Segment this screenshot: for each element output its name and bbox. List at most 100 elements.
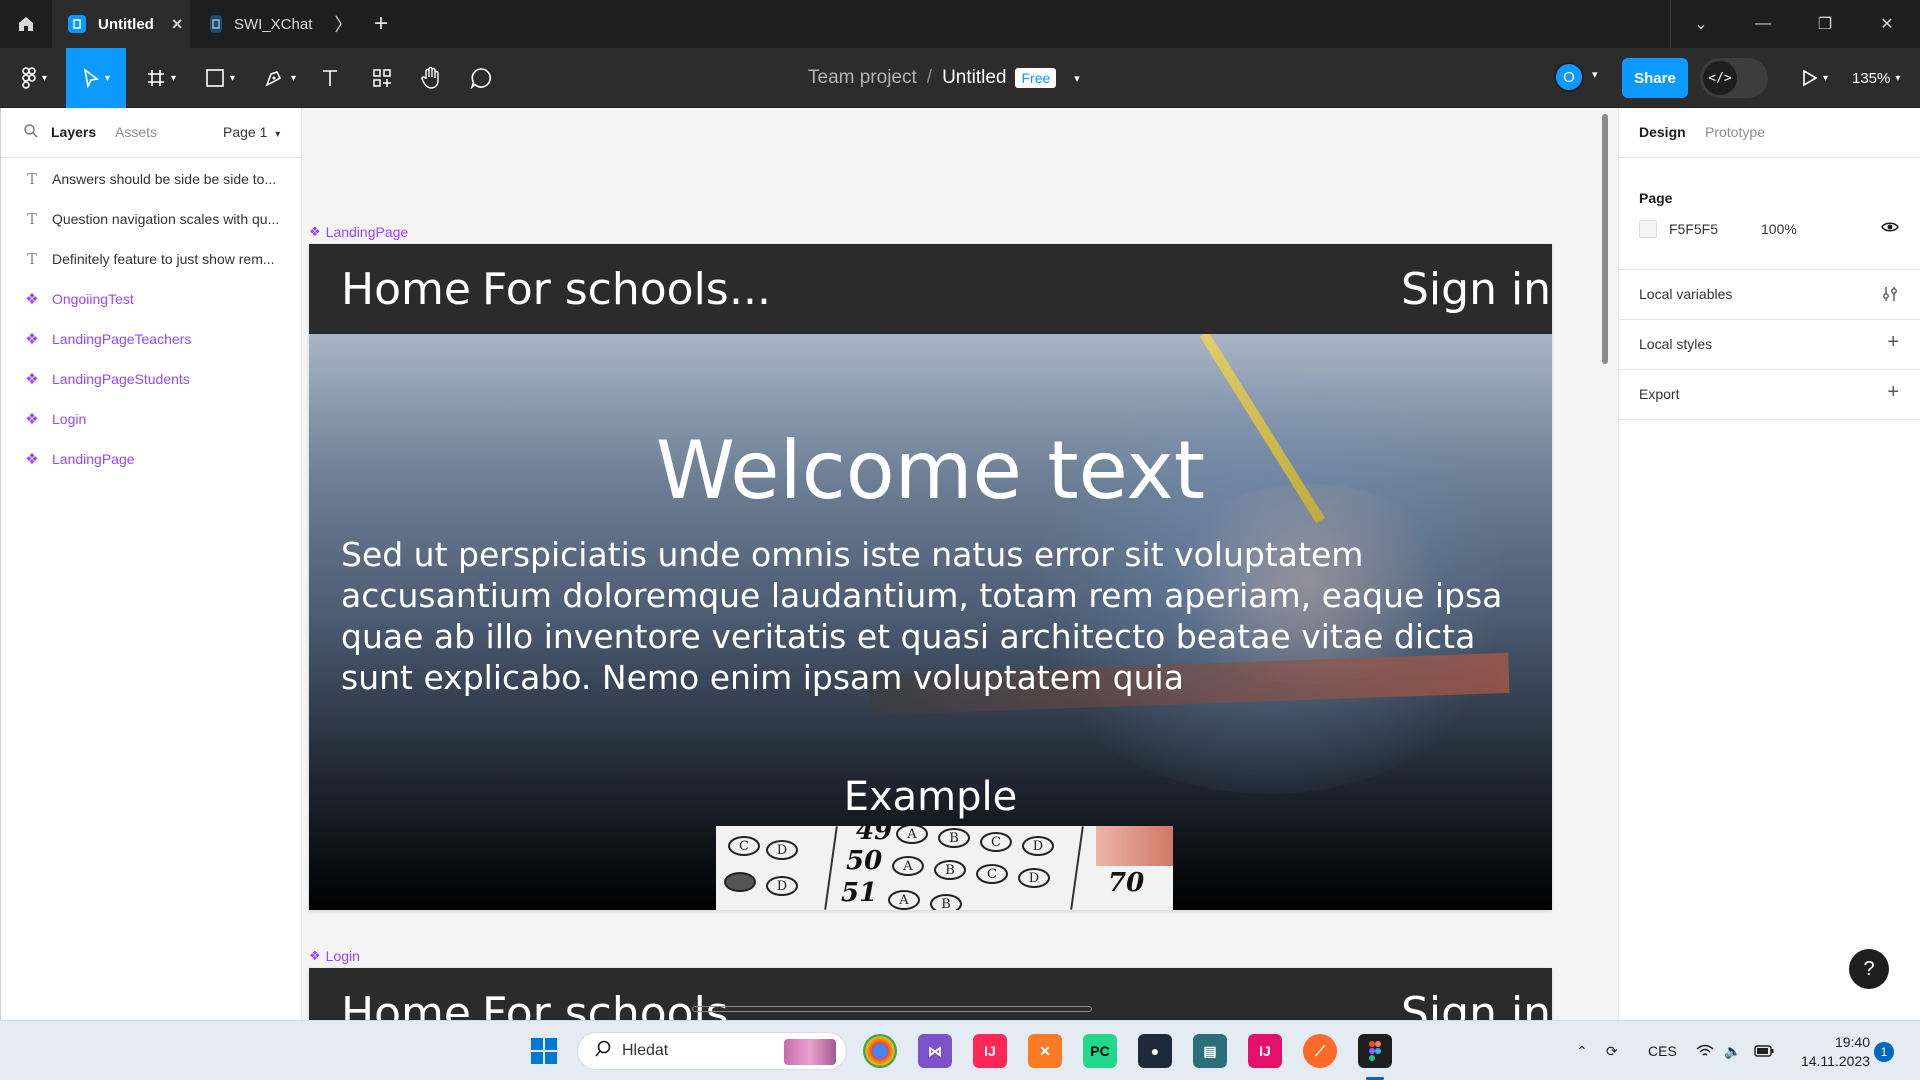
shape-tool-button[interactable]: ▾ — [196, 48, 244, 108]
volume-icon[interactable]: 🔈 — [1724, 1021, 1741, 1080]
welcome-heading: Welcome text — [655, 424, 1206, 517]
layer-item[interactable]: T Question navigation scales with qu... — [1, 199, 302, 239]
local-variables-section[interactable]: Local variables — [1619, 270, 1920, 320]
jetbrains-icon[interactable]: IJ — [1248, 1034, 1282, 1068]
export-section[interactable]: Export + — [1619, 370, 1920, 420]
windows-start-icon[interactable] — [527, 1034, 561, 1068]
add-style-icon[interactable]: + — [1887, 331, 1899, 354]
page-color-swatch[interactable] — [1639, 220, 1657, 238]
page-color-opacity[interactable]: 100% — [1761, 221, 1797, 237]
home-icon[interactable] — [0, 0, 52, 48]
landing-page-frame[interactable]: Home For schools ... Sign in Welcome tex… — [309, 244, 1552, 910]
postman-icon[interactable]: ⟋ — [1303, 1034, 1337, 1068]
component-icon: ❖ — [309, 224, 321, 239]
component-icon: ❖ — [25, 371, 39, 388]
layer-item[interactable]: ❖ LandingPageTeachers — [1, 319, 302, 359]
file-name[interactable]: Untitled — [942, 67, 1006, 89]
layer-item[interactable]: T Answers should be side be side to... — [1, 159, 302, 199]
tab-design[interactable]: Design — [1639, 124, 1686, 140]
resources-button[interactable] — [368, 48, 396, 108]
notification-badge[interactable]: 1 — [1874, 1042, 1894, 1062]
pycharm-icon[interactable]: PC — [1083, 1034, 1117, 1068]
tab-swi-xchat[interactable]: SWI_XChat 〉 — [210, 0, 352, 48]
new-tab-button[interactable]: + — [366, 0, 396, 48]
project-name[interactable]: Team project — [808, 67, 917, 89]
visual-studio-icon[interactable]: ⋈ — [918, 1034, 952, 1068]
search-icon[interactable] — [23, 123, 39, 144]
page-selector[interactable]: Page 1 ▾ — [223, 124, 280, 140]
tab-prototype[interactable]: Prototype — [1705, 124, 1765, 140]
layer-item[interactable]: ❖ Login — [1, 399, 302, 439]
tray-overflow-icon[interactable]: ⌃ — [1576, 1021, 1588, 1080]
penguin-app-icon[interactable]: ● — [1138, 1034, 1172, 1068]
frame-label-login[interactable]: ❖ Login — [309, 948, 360, 964]
close-tab-icon[interactable]: × — [172, 14, 183, 35]
xampp-icon[interactable]: ✕ — [1028, 1034, 1062, 1068]
layer-item[interactable]: ❖ LandingPage — [1, 439, 302, 479]
zoom-menu[interactable]: 135% ▾ — [1852, 48, 1900, 108]
horizontal-scrollbar[interactable] — [692, 1006, 1092, 1012]
tab-list-icon[interactable]: ⌄ — [1670, 0, 1732, 48]
close-window-button[interactable]: ✕ — [1856, 0, 1918, 48]
clock-date: 14.11.2023 — [1800, 1053, 1870, 1069]
vertical-scrollbar[interactable] — [1602, 114, 1608, 364]
eye-icon[interactable] — [1881, 220, 1899, 239]
breadcrumb: Team project / Untitled Free ▾ — [808, 48, 1080, 108]
local-styles-section[interactable]: Local styles + — [1619, 320, 1920, 370]
chevron-down-icon[interactable]: ▾ — [1074, 72, 1080, 85]
present-button[interactable]: ▾ — [1795, 48, 1835, 108]
nav-for-schools[interactable]: For schools — [482, 988, 729, 1020]
main-menu-button[interactable]: ▾ — [8, 48, 60, 108]
pen-icon — [265, 71, 282, 87]
layer-item[interactable]: T Definitely feature to just show rem... — [1, 239, 302, 279]
frame-tool-button[interactable]: ▾ — [138, 48, 184, 108]
restore-button[interactable]: ❐ — [1794, 0, 1856, 48]
component-icon: ❖ — [25, 451, 39, 468]
nav-home[interactable]: Home — [341, 264, 471, 315]
intellij-icon[interactable]: IJ — [973, 1034, 1007, 1068]
nav-more[interactable]: ... — [729, 264, 771, 315]
nav-for-schools[interactable]: For schools — [482, 264, 729, 315]
avatar[interactable]: O — [1554, 62, 1584, 92]
system-clock[interactable]: 19:40 14.11.2023 — [1790, 1033, 1870, 1071]
code-icon: </> — [1703, 61, 1737, 95]
answer-bubble: B — [934, 860, 966, 880]
tab-label: SWI_XChat — [234, 15, 313, 33]
share-button[interactable]: Share — [1622, 58, 1688, 98]
taskbar-search[interactable]: Hledat — [577, 1032, 847, 1070]
text-tool-button[interactable] — [316, 48, 344, 108]
help-button[interactable]: ? — [1849, 949, 1889, 989]
move-tool-button[interactable]: ▾ — [66, 48, 126, 108]
wifi-icon[interactable] — [1696, 1021, 1714, 1080]
battery-icon[interactable] — [1754, 1021, 1774, 1080]
variables-icon[interactable] — [1881, 285, 1899, 308]
page-color-hex[interactable]: F5F5F5 — [1669, 221, 1718, 237]
add-export-icon[interactable]: + — [1887, 381, 1899, 404]
layer-label: Login — [52, 411, 87, 427]
component-icon: ❖ — [25, 331, 39, 348]
login-frame[interactable]: Home For schools Sign in — [309, 968, 1552, 1020]
minimize-button[interactable]: — — [1732, 0, 1794, 48]
zoom-level: 135% — [1852, 69, 1891, 87]
language-indicator[interactable]: CES — [1648, 1021, 1677, 1080]
pen-tool-button[interactable]: ▾ — [256, 48, 304, 108]
tab-layers[interactable]: Layers — [51, 124, 96, 140]
dev-mode-toggle[interactable]: </> — [1700, 58, 1768, 98]
nav-sign-in[interactable]: Sign in — [1401, 988, 1551, 1020]
figma-icon[interactable] — [1358, 1034, 1392, 1068]
nav-home[interactable]: Home — [341, 988, 471, 1020]
nav-sign-in[interactable]: Sign in — [1401, 264, 1551, 315]
tab-assets[interactable]: Assets — [115, 124, 157, 140]
tab-untitled[interactable]: Untitled × — [52, 0, 190, 48]
frame-label-landingpage[interactable]: ❖ LandingPage — [309, 224, 408, 240]
layer-item[interactable]: ❖ LandingPageStudents — [1, 359, 302, 399]
plan-badge[interactable]: Free — [1015, 68, 1057, 88]
sql-tool-icon[interactable]: ▤ — [1193, 1034, 1227, 1068]
layer-item[interactable]: ❖ OngoiingTest — [1, 279, 302, 319]
chevron-down-icon[interactable]: ▾ — [1592, 68, 1598, 81]
comment-tool-button[interactable] — [466, 48, 496, 108]
design-canvas[interactable]: ❖ LandingPage Home For schools ... Sign … — [302, 108, 1618, 1020]
sync-icon[interactable]: ⟳ — [1606, 1021, 1618, 1080]
hand-tool-button[interactable] — [416, 48, 446, 108]
chrome-icon[interactable] — [863, 1034, 897, 1068]
